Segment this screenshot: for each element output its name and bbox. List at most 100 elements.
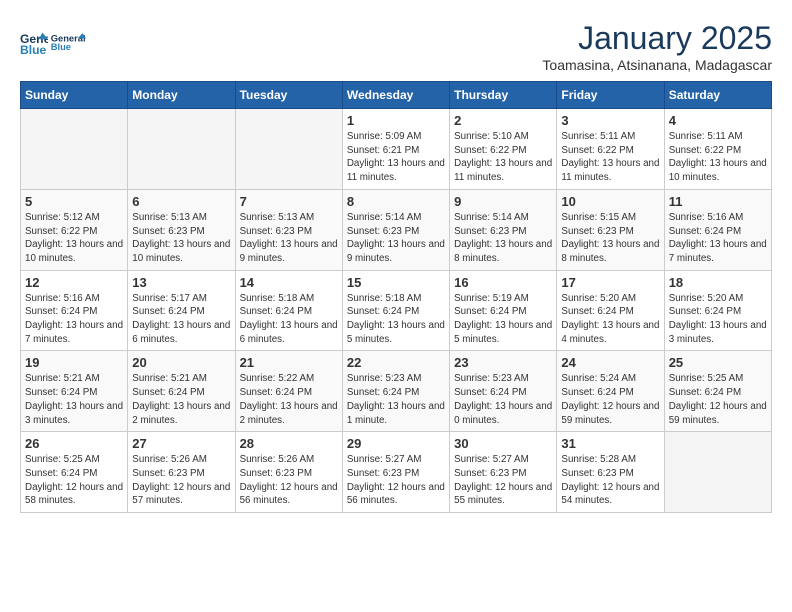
day-number: 17 xyxy=(561,275,659,290)
day-header-saturday: Saturday xyxy=(664,82,771,109)
day-header-tuesday: Tuesday xyxy=(235,82,342,109)
calendar-cell: 20 Sunrise: 5:21 AM Sunset: 6:24 PM Dayli… xyxy=(128,351,235,432)
day-number: 10 xyxy=(561,194,659,209)
calendar-cell: 19 Sunrise: 5:21 AM Sunset: 6:24 PM Dayli… xyxy=(21,351,128,432)
calendar-table: SundayMondayTuesdayWednesdayThursdayFrid… xyxy=(20,81,772,513)
calendar-cell xyxy=(235,109,342,190)
day-number: 22 xyxy=(347,355,445,370)
day-info: Sunrise: 5:15 AM Sunset: 6:23 PM Dayligh… xyxy=(561,211,659,266)
calendar-cell: 30Sunrise: 5:27 AM Sunset: 6:23 PM Dayli… xyxy=(450,432,557,513)
day-info: Sunrise: 5:17 AM Sunset: 6:24 PM Dayligh… xyxy=(132,292,230,347)
day-info: Sunrise: 5:20 AM Sunset: 6:24 PM Dayligh… xyxy=(669,292,767,347)
day-number: 29 xyxy=(347,436,445,451)
day-number: 7 xyxy=(240,194,338,209)
day-info: Sunrise: 5:26 AM Sunset: 6:23 PM Dayligh… xyxy=(132,453,230,508)
calendar-cell xyxy=(128,109,235,190)
day-info: Sunrise: 5:25 AM Sunset: 6:24 PM Dayligh… xyxy=(669,372,767,427)
week-row-4: 26 Sunrise: 5:25 AM Sunset: 6:24 PM Dayli… xyxy=(21,432,772,513)
day-info: Sunrise: 5:14 AM Sunset: 6:23 PM Dayligh… xyxy=(454,211,552,266)
day-number: 23 xyxy=(454,355,552,370)
day-info: Sunrise: 5:22 AM Sunset: 6:24 PM Dayligh… xyxy=(240,372,338,427)
day-header-sunday: Sunday xyxy=(21,82,128,109)
day-info: Sunrise: 5:16 AM Sunset: 6:24 PM Dayligh… xyxy=(669,211,767,266)
week-row-3: 19 Sunrise: 5:21 AM Sunset: 6:24 PM Dayli… xyxy=(21,351,772,432)
day-number: 15 xyxy=(347,275,445,290)
calendar-cell: 15 Sunrise: 5:18 AM Sunset: 6:24 PM Dayli… xyxy=(342,270,449,351)
calendar-cell: 21 Sunrise: 5:22 AM Sunset: 6:24 PM Dayli… xyxy=(235,351,342,432)
day-info: Sunrise: 5:24 AM Sunset: 6:24 PM Dayligh… xyxy=(561,372,659,427)
day-info: Sunrise: 5:18 AM Sunset: 6:24 PM Dayligh… xyxy=(347,292,445,347)
day-info: Sunrise: 5:20 AM Sunset: 6:24 PM Dayligh… xyxy=(561,292,659,347)
calendar-cell: 8 Sunrise: 5:14 AM Sunset: 6:23 PM Daylig… xyxy=(342,189,449,270)
day-number: 11 xyxy=(669,194,767,209)
calendar-cell: 9 Sunrise: 5:14 AM Sunset: 6:23 PM Daylig… xyxy=(450,189,557,270)
title-section: January 2025 Toamasina, Atsinanana, Mada… xyxy=(542,20,772,73)
day-info: Sunrise: 5:27 AM Sunset: 6:23 PM Dayligh… xyxy=(454,453,552,508)
day-number: 4 xyxy=(669,113,767,128)
day-number: 26 xyxy=(25,436,123,451)
day-info: Sunrise: 5:19 AM Sunset: 6:24 PM Dayligh… xyxy=(454,292,552,347)
day-number: 25 xyxy=(669,355,767,370)
calendar-cell xyxy=(664,432,771,513)
day-number: 16 xyxy=(454,275,552,290)
day-number: 31 xyxy=(561,436,659,451)
day-number: 2 xyxy=(454,113,552,128)
day-number: 20 xyxy=(132,355,230,370)
day-info: Sunrise: 5:23 AM Sunset: 6:24 PM Dayligh… xyxy=(454,372,552,427)
month-title: January 2025 xyxy=(542,20,772,57)
location: Toamasina, Atsinanana, Madagascar xyxy=(542,57,772,73)
calendar-cell: 24 Sunrise: 5:24 AM Sunset: 6:24 PM Dayli… xyxy=(557,351,664,432)
calendar-body: 1 Sunrise: 5:09 AM Sunset: 6:21 PM Daylig… xyxy=(21,109,772,513)
day-number: 14 xyxy=(240,275,338,290)
calendar-cell: 17 Sunrise: 5:20 AM Sunset: 6:24 PM Dayli… xyxy=(557,270,664,351)
day-info: Sunrise: 5:26 AM Sunset: 6:23 PM Dayligh… xyxy=(240,453,338,508)
day-number: 1 xyxy=(347,113,445,128)
logo-icon: General Blue xyxy=(50,24,86,60)
calendar-cell: 18Sunrise: 5:20 AM Sunset: 6:24 PM Dayli… xyxy=(664,270,771,351)
calendar-cell: 5 Sunrise: 5:12 AM Sunset: 6:22 PM Daylig… xyxy=(21,189,128,270)
day-info: Sunrise: 5:11 AM Sunset: 6:22 PM Dayligh… xyxy=(669,130,767,185)
calendar-header-row: SundayMondayTuesdayWednesdayThursdayFrid… xyxy=(21,82,772,109)
day-number: 13 xyxy=(132,275,230,290)
day-number: 5 xyxy=(25,194,123,209)
day-number: 6 xyxy=(132,194,230,209)
calendar-cell: 4 Sunrise: 5:11 AM Sunset: 6:22 PM Daylig… xyxy=(664,109,771,190)
calendar-cell: 10 Sunrise: 5:15 AM Sunset: 6:23 PM Dayli… xyxy=(557,189,664,270)
week-row-1: 5 Sunrise: 5:12 AM Sunset: 6:22 PM Daylig… xyxy=(21,189,772,270)
calendar-cell: 16 Sunrise: 5:19 AM Sunset: 6:24 PM Dayli… xyxy=(450,270,557,351)
logo: General Blue General Blue xyxy=(20,20,86,60)
day-number: 9 xyxy=(454,194,552,209)
week-row-2: 12Sunrise: 5:16 AM Sunset: 6:24 PM Dayli… xyxy=(21,270,772,351)
svg-text:Blue: Blue xyxy=(51,42,71,52)
day-info: Sunrise: 5:09 AM Sunset: 6:21 PM Dayligh… xyxy=(347,130,445,185)
day-info: Sunrise: 5:10 AM Sunset: 6:22 PM Dayligh… xyxy=(454,130,552,185)
day-info: Sunrise: 5:21 AM Sunset: 6:24 PM Dayligh… xyxy=(132,372,230,427)
calendar-cell: 11 Sunrise: 5:16 AM Sunset: 6:24 PM Dayli… xyxy=(664,189,771,270)
day-info: Sunrise: 5:23 AM Sunset: 6:24 PM Dayligh… xyxy=(347,372,445,427)
calendar-cell: 23 Sunrise: 5:23 AM Sunset: 6:24 PM Dayli… xyxy=(450,351,557,432)
day-number: 24 xyxy=(561,355,659,370)
day-number: 27 xyxy=(132,436,230,451)
day-info: Sunrise: 5:21 AM Sunset: 6:24 PM Dayligh… xyxy=(25,372,123,427)
day-info: Sunrise: 5:25 AM Sunset: 6:24 PM Dayligh… xyxy=(25,453,123,508)
day-info: Sunrise: 5:13 AM Sunset: 6:23 PM Dayligh… xyxy=(240,211,338,266)
day-header-friday: Friday xyxy=(557,82,664,109)
day-header-wednesday: Wednesday xyxy=(342,82,449,109)
day-info: Sunrise: 5:27 AM Sunset: 6:23 PM Dayligh… xyxy=(347,453,445,508)
calendar-cell: 12Sunrise: 5:16 AM Sunset: 6:24 PM Dayli… xyxy=(21,270,128,351)
calendar-cell: 26 Sunrise: 5:25 AM Sunset: 6:24 PM Dayli… xyxy=(21,432,128,513)
day-number: 3 xyxy=(561,113,659,128)
calendar-cell: 6 Sunrise: 5:13 AM Sunset: 6:23 PM Daylig… xyxy=(128,189,235,270)
day-info: Sunrise: 5:14 AM Sunset: 6:23 PM Dayligh… xyxy=(347,211,445,266)
day-number: 19 xyxy=(25,355,123,370)
calendar-cell: 3Sunrise: 5:11 AM Sunset: 6:22 PM Daylig… xyxy=(557,109,664,190)
calendar-cell: 25 Sunrise: 5:25 AM Sunset: 6:24 PM Dayli… xyxy=(664,351,771,432)
day-number: 21 xyxy=(240,355,338,370)
day-info: Sunrise: 5:16 AM Sunset: 6:24 PM Dayligh… xyxy=(25,292,123,347)
page-header: General Blue General Blue January 2025 T… xyxy=(20,20,772,73)
day-info: Sunrise: 5:13 AM Sunset: 6:23 PM Dayligh… xyxy=(132,211,230,266)
calendar-cell: 13 Sunrise: 5:17 AM Sunset: 6:24 PM Dayli… xyxy=(128,270,235,351)
day-number: 8 xyxy=(347,194,445,209)
calendar-cell: 31Sunrise: 5:28 AM Sunset: 6:23 PM Dayli… xyxy=(557,432,664,513)
day-info: Sunrise: 5:12 AM Sunset: 6:22 PM Dayligh… xyxy=(25,211,123,266)
